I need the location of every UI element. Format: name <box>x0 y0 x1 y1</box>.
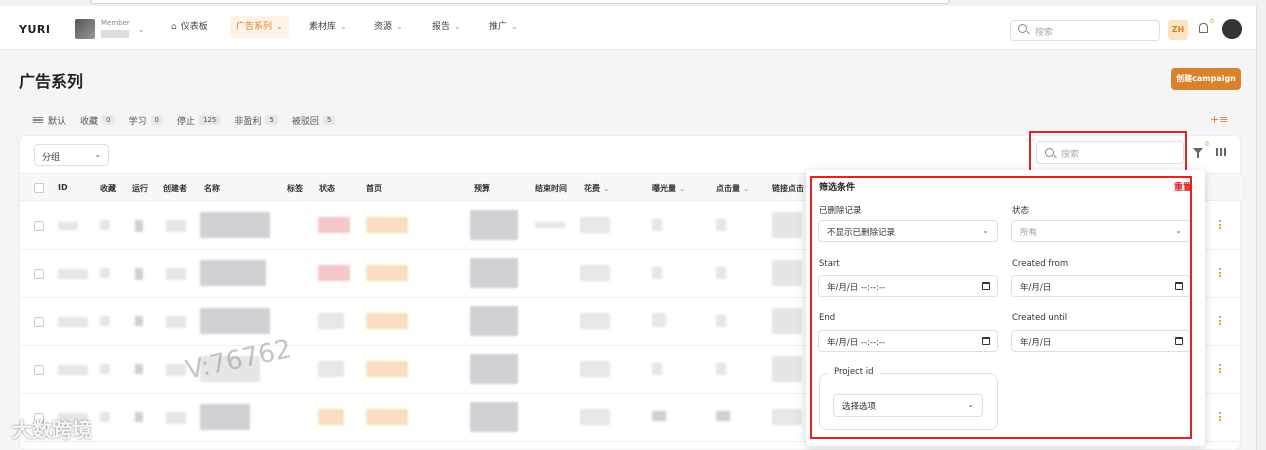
nav-item-campaigns[interactable]: 广告系列 ⌄ <box>230 16 289 38</box>
filter-icon[interactable] <box>1193 148 1203 158</box>
top-search-input[interactable]: 搜索 <box>1010 20 1160 41</box>
chevron-down-icon: ⌄ <box>340 22 347 31</box>
select-all-checkbox[interactable] <box>34 183 44 193</box>
view-label: 被驳回 <box>291 116 319 127</box>
language-switch[interactable]: ZH <box>1168 20 1188 40</box>
row-checkbox[interactable] <box>34 365 44 375</box>
view-label: 停止 <box>176 116 195 127</box>
view-tab-favorites[interactable]: 收藏 0 <box>80 114 115 127</box>
bell-icon[interactable] <box>1198 23 1208 33</box>
nav-item-label: 广告系列 <box>236 22 273 32</box>
nav-item-label: 仪表板 <box>180 22 208 32</box>
create-campaign-button[interactable]: 创建campaign <box>1171 68 1241 90</box>
view-count: 0 <box>150 115 163 125</box>
chevron-down-icon: ⌄ <box>511 22 518 31</box>
watermark-brand: 大数跨境 <box>12 418 92 442</box>
chevron-down-icon: ⌄ <box>396 22 403 31</box>
chevron-down-icon: ⌄ <box>743 184 750 193</box>
notification-count: 0 <box>1210 18 1214 25</box>
view-tab-learning[interactable]: 学习 0 <box>129 114 163 127</box>
nav-item-assets[interactable]: 素材库 ⌄ <box>303 16 353 38</box>
top-search-placeholder: 搜索 <box>1035 28 1054 38</box>
chevron-down-icon: ⌄ <box>94 150 101 159</box>
search-icon <box>1018 24 1027 33</box>
nav-item-label: 资源 <box>374 22 393 32</box>
nav-item-label: 报告 <box>432 22 451 32</box>
nav-item-reports[interactable]: 报告 ⌄ <box>426 16 467 38</box>
home-icon: ⌂ <box>171 22 177 32</box>
filter-count: 0 <box>1205 141 1209 148</box>
row-checkbox[interactable] <box>34 317 44 327</box>
nav-item-resources[interactable]: 资源 ⌄ <box>368 16 409 38</box>
view-label: 默认 <box>48 116 67 127</box>
more-actions-icon[interactable] <box>1219 220 1222 231</box>
column-header-label: 点击量 <box>716 184 740 193</box>
column-header-link-clicks[interactable]: 链接点击 <box>772 183 804 194</box>
member-avatar[interactable] <box>75 19 95 39</box>
column-header-impressions[interactable]: 曝光量 ⌄ <box>652 183 686 194</box>
view-tab-rejected[interactable]: 被驳回 5 <box>291 114 336 127</box>
column-header-end-time[interactable]: 结束时间 <box>535 183 567 194</box>
group-by-value: 分组 <box>42 153 61 163</box>
view-tab-unprofitable[interactable]: 非盈利 5 <box>234 114 278 127</box>
search-highlight-box <box>1029 131 1187 172</box>
view-count: 0 <box>102 115 115 125</box>
column-header-label: 曝光量 <box>652 184 676 193</box>
group-by-select[interactable]: 分组 ⌄ <box>34 144 109 166</box>
chevron-down-icon: ⌄ <box>603 184 610 193</box>
column-header-favorite[interactable]: 收藏 <box>100 183 116 194</box>
user-avatar[interactable] <box>1222 19 1242 39</box>
nav-item-dashboard[interactable]: ⌂ 仪表板 <box>165 16 214 38</box>
brand-logo[interactable]: YURI <box>19 23 50 36</box>
nav-item-label: 推广 <box>489 22 508 32</box>
column-header-name[interactable]: 名称 <box>204 183 220 194</box>
view-count: 5 <box>322 115 336 125</box>
member-name <box>101 30 129 38</box>
view-count: 5 <box>265 115 278 125</box>
page-title: 广告系列 <box>19 72 84 91</box>
more-actions-icon[interactable] <box>1219 412 1222 423</box>
filter-highlight-box <box>810 176 1192 439</box>
view-label: 非盈利 <box>234 116 262 127</box>
column-header-id[interactable]: ID <box>58 183 68 192</box>
row-checkbox[interactable] <box>34 269 44 279</box>
view-tab-stopped[interactable]: 停止 125 <box>176 114 221 127</box>
column-header-tags[interactable]: 标签 <box>287 183 303 194</box>
nav-item-promotion[interactable]: 推广 ⌄ <box>483 16 524 38</box>
column-header-label: 花费 <box>584 184 600 193</box>
view-tabs: 默认 收藏 0 学习 0 停止 125 非盈利 5 被驳回 5 <box>33 113 349 127</box>
member-label: Member <box>101 19 130 27</box>
more-actions-icon[interactable] <box>1219 268 1222 279</box>
page-scrollbar[interactable] <box>1256 6 1266 450</box>
member-chevron-down-icon[interactable]: ⌄ <box>138 25 145 34</box>
column-header-budget[interactable]: 预算 <box>474 183 490 194</box>
top-nav: YURI Member ⌄ ⌂ 仪表板 广告系列 ⌄ 素材库 ⌄ 资源 ⌄ 报告 ⌄ 推广… <box>0 6 1256 50</box>
column-header-spend[interactable]: 花费 ⌄ <box>584 183 610 194</box>
more-actions-icon[interactable] <box>1219 364 1222 375</box>
columns-icon[interactable] <box>1216 148 1226 156</box>
more-actions-icon[interactable] <box>1219 316 1222 327</box>
view-label: 收藏 <box>80 116 99 127</box>
nav-item-label: 素材库 <box>309 22 337 32</box>
add-view-icon[interactable]: +≡ <box>1210 113 1228 126</box>
view-tab-default[interactable]: 默认 <box>33 114 66 127</box>
column-header-homepage[interactable]: 首页 <box>366 183 382 194</box>
browser-url-bar[interactable] <box>90 0 950 4</box>
column-header-status[interactable]: 状态 <box>319 183 335 194</box>
view-count: 125 <box>199 115 221 125</box>
chevron-down-icon: ⌄ <box>679 184 686 193</box>
view-label: 学习 <box>128 116 147 127</box>
column-header-clicks[interactable]: 点击量 ⌄ <box>716 183 750 194</box>
chevron-down-icon: ⌄ <box>276 22 283 31</box>
list-icon <box>33 115 43 125</box>
column-header-creator[interactable]: 创建者 <box>163 183 187 194</box>
column-header-running[interactable]: 运行 <box>132 183 148 194</box>
chevron-down-icon: ⌄ <box>454 22 461 31</box>
row-checkbox[interactable] <box>34 221 44 231</box>
